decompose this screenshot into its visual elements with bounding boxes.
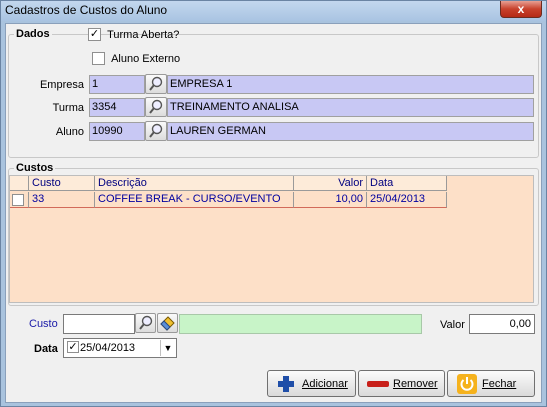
row-valor: 10,00 xyxy=(294,192,367,208)
empresa-code-field[interactable]: 1 xyxy=(89,75,145,94)
row-custo: 33 xyxy=(29,192,95,208)
custo-entry-label: Custo xyxy=(29,318,58,330)
custos-grid[interactable]: Custo Descrição Valor Data 33 COFFEE BRE… xyxy=(9,175,534,303)
row-checkbox[interactable] xyxy=(12,194,24,207)
magnifier-icon xyxy=(149,123,163,138)
valor-entry-input[interactable]: 0,00 xyxy=(469,314,535,334)
dropdown-arrow-icon[interactable]: ▼ xyxy=(160,340,175,356)
minus-icon xyxy=(367,381,389,387)
empresa-search-button[interactable] xyxy=(145,74,167,94)
turma-aberta-label: Turma Aberta? xyxy=(107,28,180,41)
aluno-code-field[interactable]: 10990 xyxy=(89,122,145,141)
fechar-button[interactable]: Fechar xyxy=(447,370,535,397)
turma-code-field[interactable]: 3354 xyxy=(89,98,145,117)
magnifier-icon xyxy=(139,315,153,330)
custo-entry-input[interactable] xyxy=(63,314,135,334)
grid-header-data[interactable]: Data xyxy=(367,176,447,191)
aluno-externo-option[interactable]: Aluno Externo xyxy=(92,52,180,65)
custo-description-display xyxy=(179,314,422,334)
close-icon: x xyxy=(517,2,525,16)
data-date-value: 25/04/2013 xyxy=(80,342,136,354)
data-entry-label: Data xyxy=(34,343,58,355)
aluno-externo-label: Aluno Externo xyxy=(111,52,181,65)
aluno-name-field: LAUREN GERMAN xyxy=(167,122,534,141)
aluno-search-button[interactable] xyxy=(145,121,167,141)
remover-label: Remover xyxy=(393,378,438,390)
custo-search-button[interactable] xyxy=(135,313,156,333)
grid-header-select xyxy=(10,176,29,191)
row-checkbox-cell[interactable] xyxy=(10,192,29,208)
title-bar[interactable]: Cadastros de Custos do Aluno x xyxy=(1,1,546,21)
close-window-button[interactable]: x xyxy=(500,1,542,18)
magnifier-icon xyxy=(149,76,163,91)
turma-name-field: TREINAMENTO ANALISA xyxy=(167,98,534,117)
adicionar-button[interactable]: Adicionar xyxy=(267,370,356,397)
eraser-icon xyxy=(160,316,175,331)
custo-clear-button[interactable] xyxy=(157,313,178,333)
empresa-name-field: EMPRESA 1 xyxy=(167,75,534,94)
row-descricao: COFFEE BREAK - CURSO/EVENTO xyxy=(95,192,294,208)
grid-header-descricao[interactable]: Descrição xyxy=(95,176,294,191)
main-window: Cadastros de Custos do Aluno x Dados ✓ T… xyxy=(0,0,547,407)
custos-legend: Custos xyxy=(14,162,56,174)
empresa-label: Empresa xyxy=(39,79,84,91)
turma-label: Turma xyxy=(52,102,84,114)
aluno-externo-checkbox[interactable] xyxy=(92,52,105,65)
aluno-label: Aluno xyxy=(55,126,84,138)
dados-legend: Dados xyxy=(14,28,52,40)
grid-header-valor[interactable]: Valor xyxy=(294,176,367,191)
grid-header-custo[interactable]: Custo xyxy=(29,176,95,191)
turma-search-button[interactable] xyxy=(145,97,167,117)
row-data: 25/04/2013 xyxy=(367,192,447,208)
fechar-label: Fechar xyxy=(482,378,517,390)
plus-icon xyxy=(278,376,294,392)
window-title: Cadastros de Custos do Aluno xyxy=(5,3,168,17)
turma-aberta-checkbox[interactable]: ✓ xyxy=(88,28,101,41)
form-client-area: Dados ✓ Turma Aberta? Aluno Externo Empr… xyxy=(5,23,542,403)
data-date-picker[interactable]: ✓ 25/04/2013 ▼ xyxy=(63,338,177,358)
remover-button[interactable]: Remover xyxy=(358,370,445,397)
magnifier-icon xyxy=(149,99,163,114)
power-icon xyxy=(457,374,477,394)
data-enable-checkbox[interactable]: ✓ xyxy=(67,341,79,353)
turma-aberta-option[interactable]: ✓ Turma Aberta? xyxy=(88,28,179,41)
adicionar-label: Adicionar xyxy=(302,378,348,390)
valor-entry-label: Valor xyxy=(440,319,465,331)
